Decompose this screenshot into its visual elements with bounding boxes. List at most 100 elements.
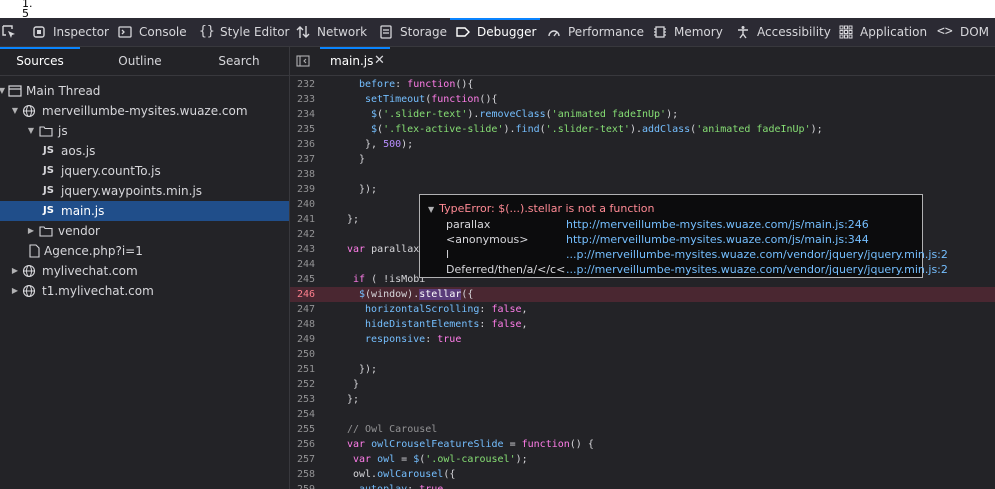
tab-application[interactable]: Application — [839, 18, 927, 46]
line-number[interactable]: 237 — [290, 152, 315, 167]
chevron-right-icon[interactable]: ▶ — [26, 221, 36, 241]
code-line[interactable]: 250 — [290, 347, 995, 362]
chevron-right-icon[interactable]: ▶ — [10, 281, 20, 301]
code-line[interactable]: 246 $(window).stellar({ — [290, 287, 995, 302]
code-line[interactable]: 257 var owl = $('.owl-carousel'); — [290, 452, 995, 467]
code-line[interactable]: 238 — [290, 167, 995, 182]
line-number[interactable]: 258 — [290, 467, 315, 482]
line-number[interactable]: 251 — [290, 362, 315, 377]
tree-item-label: mylivechat.com — [42, 264, 138, 278]
line-number[interactable]: 235 — [290, 122, 315, 137]
exception-title[interactable]: ▼ TypeError: $(...).stellar is not a func… — [428, 202, 654, 215]
stack-frame[interactable]: <anonymous> http://merveillumbe-mysites.… — [420, 232, 922, 247]
code-line[interactable]: 247 horizontalScrolling: false, — [290, 302, 995, 317]
close-icon[interactable]: ✕ — [374, 47, 385, 75]
tab-accessibility-label: Accessibility — [757, 25, 831, 39]
line-number[interactable]: 232 — [290, 77, 315, 92]
line-number[interactable]: 252 — [290, 377, 315, 392]
stack-frame-location[interactable]: ...p://merveillumbe-mysites.wuaze.com/ve… — [566, 262, 948, 277]
tab-memory[interactable]: Memory — [653, 18, 723, 46]
chevron-down-icon[interactable]: ▼ — [0, 81, 7, 101]
tree-item-main-thread[interactable]: ▼ Main Thread — [0, 81, 289, 101]
line-number[interactable]: 248 — [290, 317, 315, 332]
line-number[interactable]: 254 — [290, 407, 315, 422]
line-number[interactable]: 240 — [290, 197, 315, 212]
file-tab-main-js[interactable]: main.js ✕ — [320, 47, 390, 75]
stack-frame[interactable]: parallax http://merveillumbe-mysites.wua… — [420, 217, 922, 232]
code-area[interactable]: 232 before: function(){233 setTimeout(func… — [290, 75, 995, 489]
code-line[interactable]: 233 setTimeout(function(){ — [290, 92, 995, 107]
line-number[interactable]: 233 — [290, 92, 315, 107]
line-number[interactable]: 238 — [290, 167, 315, 182]
tree-item-label: main.js — [61, 204, 105, 218]
code-line[interactable]: 251}); — [290, 362, 995, 377]
code-line[interactable]: 256 var owlCrouselFeatureSlide = function… — [290, 437, 995, 452]
element-picker-button[interactable] — [2, 18, 23, 46]
line-number[interactable]: 256 — [290, 437, 315, 452]
sources-panel: Sources Outline Search ▼ Main Thread ▼ m… — [0, 47, 290, 489]
tree-item-file-aos[interactable]: JS aos.js — [0, 141, 289, 161]
tab-network[interactable]: Network — [296, 18, 367, 46]
tree-item-file-countto[interactable]: JS jquery.countTo.js — [0, 161, 289, 181]
tab-console[interactable]: Console — [118, 18, 187, 46]
code-line[interactable]: 234 $('.slider-text').removeClass('animat… — [290, 107, 995, 122]
code-line[interactable]: 258 owl.owlCarousel({ — [290, 467, 995, 482]
line-number[interactable]: 259 — [290, 482, 315, 489]
line-number[interactable]: 245 — [290, 272, 315, 287]
code-line[interactable]: 259 autoplay: true, — [290, 482, 995, 489]
line-number[interactable]: 250 — [290, 347, 315, 362]
code-line[interactable]: 255 // Owl Carousel — [290, 422, 995, 437]
tab-dom[interactable]: <> DOM — [937, 18, 989, 46]
line-number[interactable]: 246 — [290, 287, 315, 302]
code-line[interactable]: 252} — [290, 377, 995, 392]
tree-item-folder-vendor[interactable]: ▶ vendor — [0, 221, 289, 241]
tree-item-file-waypoints[interactable]: JS jquery.waypoints.min.js — [0, 181, 289, 201]
tab-outline[interactable]: Outline — [100, 47, 180, 75]
line-number[interactable]: 241 — [290, 212, 315, 227]
code-line[interactable]: 254 — [290, 407, 995, 422]
line-number[interactable]: 257 — [290, 452, 315, 467]
line-number[interactable]: 236 — [290, 137, 315, 152]
line-number[interactable]: 247 — [290, 302, 315, 317]
tab-accessibility[interactable]: Accessibility — [736, 18, 831, 46]
code-text: $(window).stellar({ — [359, 289, 474, 300]
line-number[interactable]: 249 — [290, 332, 315, 347]
code-line[interactable]: 236}, 500); — [290, 137, 995, 152]
toggle-sidebar-icon[interactable] — [296, 54, 310, 68]
line-number[interactable]: 253 — [290, 392, 315, 407]
code-line[interactable]: 253}; — [290, 392, 995, 407]
tab-debugger[interactable]: Debugger — [449, 18, 541, 46]
code-line[interactable]: 235 $('.flex-active-slide').find('.slider… — [290, 122, 995, 137]
line-number[interactable]: 243 — [290, 242, 315, 257]
tab-style-editor[interactable]: {} Style Editor — [199, 18, 289, 46]
tab-search[interactable]: Search — [199, 47, 279, 75]
line-number[interactable]: 255 — [290, 422, 315, 437]
code-line[interactable]: 232 before: function(){ — [290, 77, 995, 92]
tree-item-file-agence[interactable]: Agence.php?i=1 — [0, 241, 289, 261]
chevron-right-icon[interactable]: ▶ — [10, 261, 20, 281]
tree-item-domain-mylivechat[interactable]: ▶ mylivechat.com — [0, 261, 289, 281]
tree-item-domain-t1-mylivechat[interactable]: ▶ t1.mylivechat.com — [0, 281, 289, 301]
chevron-down-icon[interactable]: ▼ — [26, 121, 36, 141]
stack-frame-location[interactable]: http://merveillumbe-mysites.wuaze.com/js… — [566, 217, 869, 232]
stack-frame[interactable]: Deferred/then/a/</c< ...p://merveillumbe… — [420, 262, 948, 277]
stack-frame-location[interactable]: ...p://merveillumbe-mysites.wuaze.com/ve… — [566, 247, 948, 262]
stack-frame[interactable]: l ...p://merveillumbe-mysites.wuaze.com/… — [420, 247, 948, 262]
stack-frame-location[interactable]: http://merveillumbe-mysites.wuaze.com/js… — [566, 232, 869, 247]
code-line[interactable]: 237} — [290, 152, 995, 167]
tree-item-folder-js[interactable]: ▼ js — [0, 121, 289, 141]
tab-performance[interactable]: Performance — [547, 18, 644, 46]
chevron-down-icon[interactable]: ▼ — [10, 101, 20, 121]
tab-inspector[interactable]: Inspector — [32, 18, 109, 46]
line-number[interactable]: 234 — [290, 107, 315, 122]
code-line[interactable]: 249 responsive: true — [290, 332, 995, 347]
line-number[interactable]: 242 — [290, 227, 315, 242]
code-line[interactable]: 248 hideDistantElements: false, — [290, 317, 995, 332]
tab-sources[interactable]: Sources — [0, 47, 80, 75]
line-number[interactable]: 239 — [290, 182, 315, 197]
tab-storage[interactable]: Storage — [379, 18, 447, 46]
tree-item-domain-merveillumbe[interactable]: ▼ merveillumbe-mysites.wuaze.com — [0, 101, 289, 121]
console-icon — [118, 25, 132, 39]
tree-item-file-main[interactable]: JS main.js — [0, 201, 289, 221]
line-number[interactable]: 244 — [290, 257, 315, 272]
